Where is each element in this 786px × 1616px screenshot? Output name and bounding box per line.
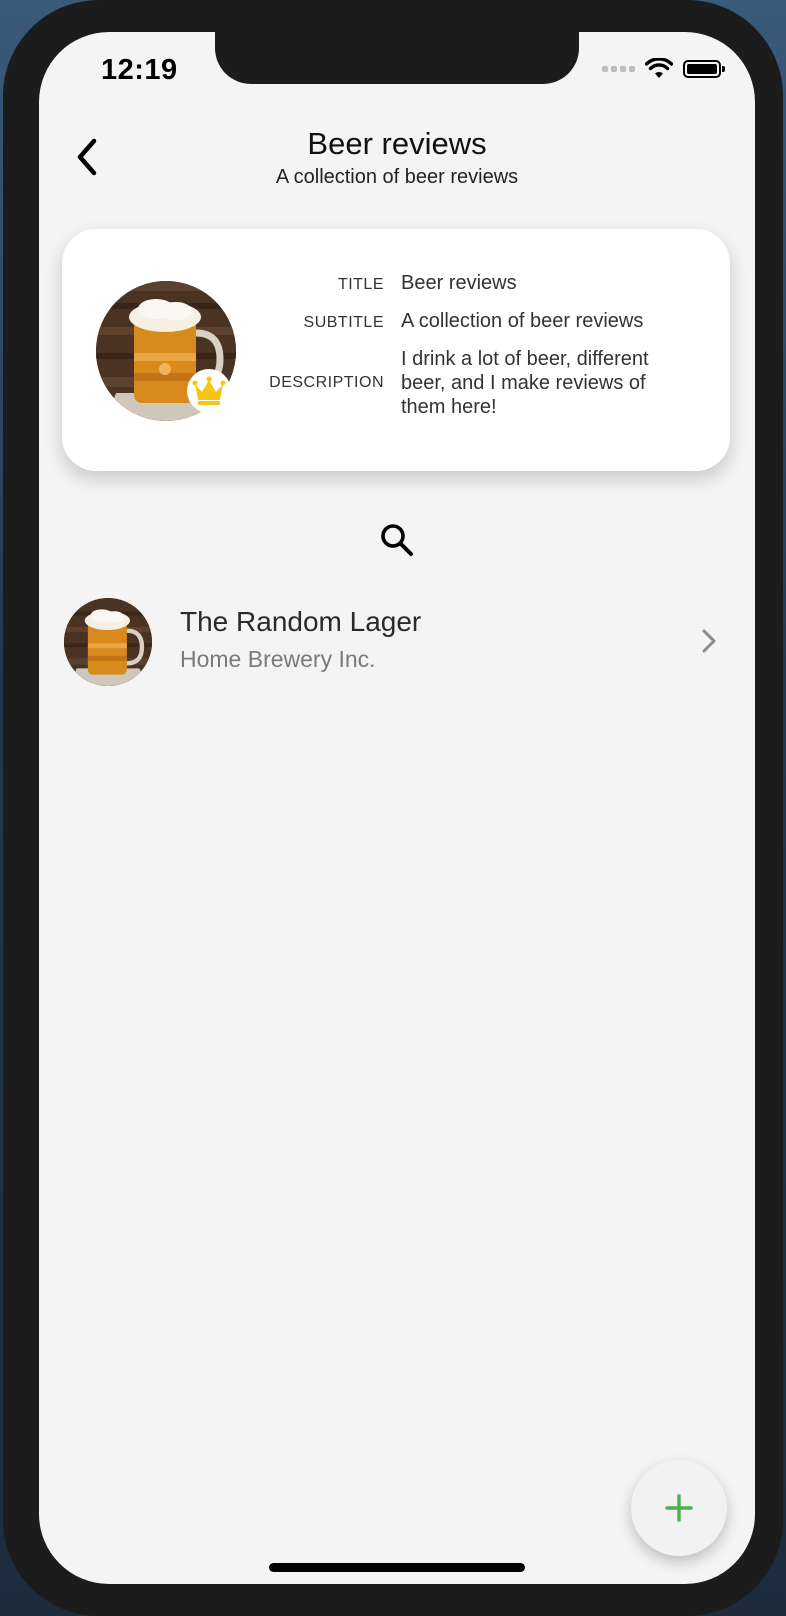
description-value: I drink a lot of beer, different beer, a…: [401, 348, 649, 418]
crown-icon: [192, 376, 226, 405]
collection-info-card: TITLE Beer reviews SUBTITLE A collection…: [62, 229, 730, 471]
subtitle-label: SUBTITLE: [303, 314, 384, 331]
page-subtitle: A collection of beer reviews: [275, 166, 519, 188]
owner-badge: [187, 369, 231, 413]
status-indicators: [602, 58, 725, 80]
subtitle-row: SUBTITLE A collection of beer reviews: [262, 309, 702, 333]
subtitle-value: A collection of beer reviews: [401, 310, 644, 332]
review-avatar: [64, 598, 152, 686]
chevron-right-icon: [702, 629, 716, 653]
search-icon: [381, 524, 413, 556]
description-label: DESCRIPTION: [269, 374, 384, 391]
title-label: TITLE: [337, 276, 384, 293]
plus-icon: [665, 1494, 693, 1522]
page-header: Beer reviews A collection of beer review…: [39, 126, 755, 190]
collection-fields: TITLE Beer reviews SUBTITLE A collection…: [262, 271, 702, 433]
review-list-item[interactable]: The Random Lager Home Brewery Inc.: [64, 598, 724, 686]
phone-frame: 12:19 Beer reviews A collection of beer …: [3, 0, 783, 1616]
add-review-button[interactable]: [631, 1460, 727, 1556]
home-indicator[interactable]: [269, 1563, 525, 1572]
battery-icon: [683, 60, 725, 78]
cellular-signal-icon: [602, 66, 635, 72]
app-screen: 12:19 Beer reviews A collection of beer …: [39, 32, 755, 1584]
title-value: Beer reviews: [401, 272, 517, 294]
notch: [215, 32, 579, 84]
description-row: DESCRIPTION I drink a lot of beer, diffe…: [262, 347, 702, 419]
status-time: 12:19: [101, 54, 178, 86]
review-title: The Random Lager: [180, 606, 422, 637]
page-title: Beer reviews: [307, 126, 487, 161]
title-row: TITLE Beer reviews: [262, 271, 702, 295]
beer-mug-image: [64, 598, 152, 686]
review-brewery: Home Brewery Inc.: [180, 646, 376, 672]
search-button[interactable]: [375, 518, 419, 562]
wifi-icon: [645, 58, 673, 78]
